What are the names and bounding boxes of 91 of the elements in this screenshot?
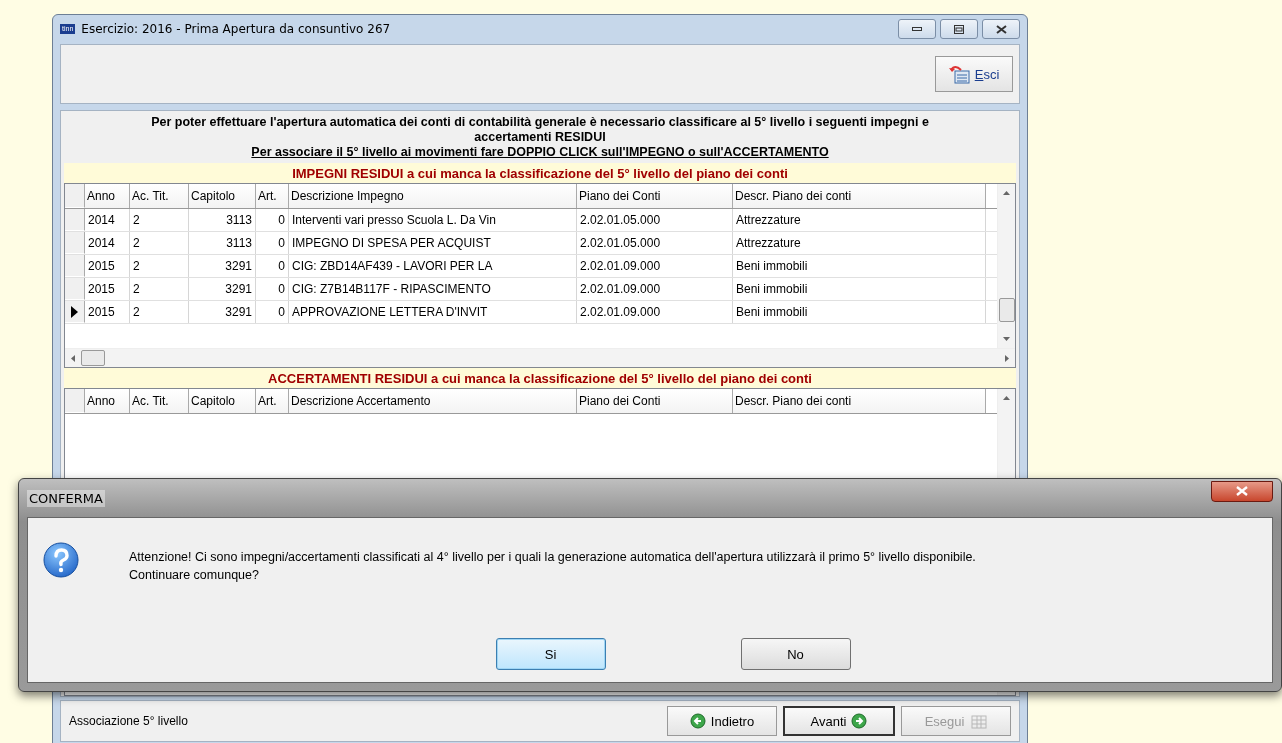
section-title: IMPEGNI RESIDUI a cui manca la classificazione del 5° livello del piano dei conti (64, 163, 1016, 183)
vertical-scrollbar[interactable] (997, 184, 1015, 348)
scroll-thumb[interactable] (998, 298, 1015, 322)
table-cell: 2 (130, 301, 189, 323)
scroll-right-icon[interactable] (1005, 354, 1009, 362)
table-cell: Beni immobili (733, 301, 986, 323)
column-header[interactable]: Piano dei Conti (577, 184, 733, 208)
table-cell: Beni immobili (733, 255, 986, 277)
dialog-question: Continuare comunque? (129, 567, 260, 584)
table-cell: 2014 (85, 209, 130, 231)
yes-button[interactable]: Si (495, 638, 606, 670)
maximize-button[interactable] (940, 19, 978, 39)
dialog-message: Attenzione! Ci sono impegni/accertamenti classificati al 4° livello per i quali la generazione automatica dell'apertura utilizzarà il primo 5° livello disponibile. (129, 549, 976, 566)
table-row[interactable]: 2015 2 3291 0 APPROVAZIONE LETTERA D'INVIT 2.02.01.09.000 Beni immobili (65, 301, 997, 324)
close-icon (995, 24, 1007, 34)
column-header[interactable]: Descrizione Impegno (289, 184, 577, 208)
table-cell: 0 (256, 209, 289, 231)
close-icon (1236, 486, 1248, 496)
scroll-up-icon[interactable] (1003, 396, 1010, 400)
table-icon (969, 713, 988, 729)
close-button[interactable] (1211, 480, 1273, 502)
table-row[interactable]: 2015 2 3291 0 CIG: Z7B14B117F - RIPASCIMENTO 2.02.01.09.000 Beni immobili (65, 278, 997, 301)
table-cell: IMPEGNO DI SPESA PER ACQUIST (289, 232, 577, 254)
no-button[interactable]: No (740, 638, 851, 670)
table-cell: Interventi vari presso Scuola L. Da Vin (289, 209, 577, 231)
next-button[interactable]: Avanti (783, 706, 895, 736)
column-header[interactable]: Capitolo (189, 389, 256, 413)
table-cell: 2.02.01.05.000 (577, 209, 733, 231)
close-button[interactable] (982, 19, 1020, 39)
table-cell: CIG: Z7B14B117F - RIPASCIMENTO (289, 278, 577, 300)
column-header[interactable]: Descr. Piano dei conti (733, 184, 986, 208)
back-button[interactable]: Indietro (667, 706, 777, 736)
dialog-title: CONFERMA (27, 489, 105, 507)
window-title: Esercizio: 2016 - Prima Apertura da consuntivo 267 (81, 22, 391, 36)
table-cell: Beni immobili (733, 278, 986, 300)
column-header[interactable]: Capitolo (189, 184, 256, 208)
horizontal-scrollbar[interactable] (65, 348, 1015, 367)
table-cell: 3291 (189, 255, 256, 277)
row-selector[interactable] (65, 301, 85, 323)
table-cell: 3113 (189, 209, 256, 231)
table-cell: 3291 (189, 301, 256, 323)
table-cell: 0 (256, 301, 289, 323)
table-cell: 0 (256, 232, 289, 254)
table-cell: 2 (130, 209, 189, 231)
table-row[interactable]: 2014 2 3113 0 IMPEGNO DI SPESA PER ACQUIST 2.02.01.05.000 Attrezzature (65, 232, 997, 255)
column-header[interactable]: Art. (256, 389, 289, 413)
table-cell: Attrezzature (733, 232, 986, 254)
column-header[interactable]: Piano dei Conti (577, 389, 733, 413)
table-cell: APPROVAZIONE LETTERA D'INVIT (289, 301, 577, 323)
scroll-thumb[interactable] (81, 350, 105, 366)
column-header[interactable]: Descrizione Accertamento (289, 389, 577, 413)
column-header[interactable]: Ac. Tit. (130, 389, 189, 413)
table-cell: 2015 (85, 301, 130, 323)
table-cell: 2014 (85, 232, 130, 254)
column-header[interactable]: Anno (85, 184, 130, 208)
maximize-icon (954, 24, 964, 34)
instruction-text: Per poter effettuare l'apertura automatica dei conti di contabilità generale è necessario classificare al 5° livello i seguenti impegni e accertamenti RESIDUI (150, 115, 930, 145)
table-cell: Attrezzature (733, 209, 986, 231)
table-cell: 3291 (189, 278, 256, 300)
table-cell: 2.02.01.05.000 (577, 232, 733, 254)
scroll-up-icon[interactable] (1003, 191, 1010, 195)
scroll-down-icon[interactable] (1003, 337, 1010, 341)
table-cell: 2 (130, 278, 189, 300)
table-cell: 2.02.01.09.000 (577, 278, 733, 300)
instruction-hint: Per associare il 5° livello ai movimenti fare DOPPIO CLICK sull'IMPEGNO o sull'ACCERTAMENTO (250, 145, 830, 160)
table-cell: 2.02.01.09.000 (577, 255, 733, 277)
minimize-icon (912, 26, 922, 32)
column-header[interactable]: Anno (85, 389, 130, 413)
row-header (65, 389, 85, 413)
table-row[interactable]: 2014 2 3113 0 Interventi vari presso Scuola L. Da Vin 2.02.01.05.000 Attrezzature (65, 209, 997, 232)
exit-icon (948, 64, 971, 84)
scroll-left-icon[interactable] (71, 354, 75, 362)
table-cell: 2015 (85, 278, 130, 300)
column-header[interactable]: Art. (256, 184, 289, 208)
table-cell: 2.02.01.09.000 (577, 301, 733, 323)
section-title: ACCERTAMENTI RESIDUI a cui manca la classificazione del 5° livello del piano dei conti (64, 368, 1016, 388)
table-cell: 3113 (189, 232, 256, 254)
table-row[interactable]: 2015 2 3291 0 CIG: ZBD14AF439 - LAVORI PER LA 2.02.01.09.000 Beni immobili (65, 255, 997, 278)
table-cell: 2 (130, 232, 189, 254)
exit-button[interactable]: Esci (935, 56, 1013, 92)
question-icon (43, 542, 79, 578)
table-cell: 2015 (85, 255, 130, 277)
row-header (65, 184, 85, 208)
status-text: Associazione 5° livello (69, 714, 188, 728)
table-cell: 0 (256, 278, 289, 300)
table-cell: 2 (130, 255, 189, 277)
column-header[interactable]: Descr. Piano dei conti (733, 389, 986, 413)
minimize-button[interactable] (898, 19, 936, 39)
column-header[interactable]: Ac. Tit. (130, 184, 189, 208)
table-cell: CIG: ZBD14AF439 - LAVORI PER LA (289, 255, 577, 277)
table-cell: 0 (256, 255, 289, 277)
